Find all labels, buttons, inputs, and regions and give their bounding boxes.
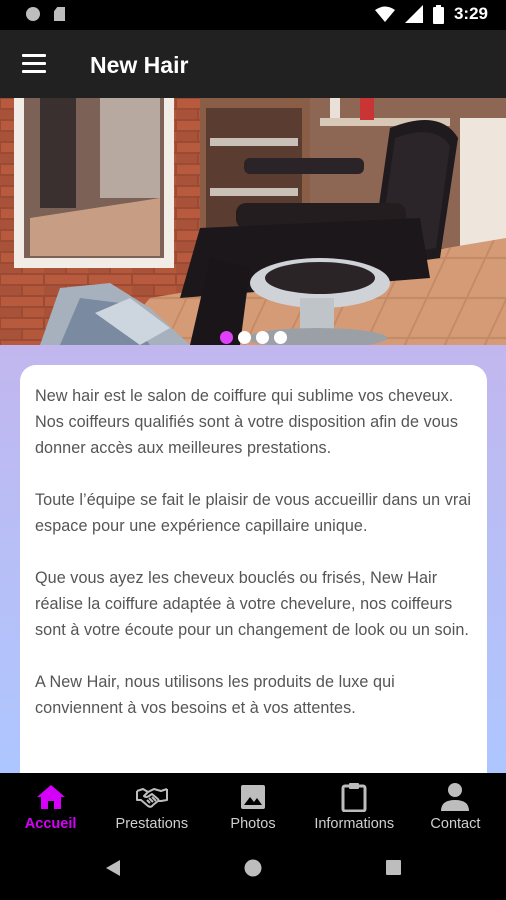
nav-item-informations[interactable]: Informations (304, 773, 405, 837)
signal-icon (404, 5, 423, 23)
description-paragraph-4: A New Hair, nous utilisons les produits … (35, 673, 395, 717)
nav-item-contact[interactable]: Contact (405, 773, 506, 837)
status-time: 3:29 (453, 4, 488, 23)
battery-icon (432, 4, 444, 24)
wifi-icon (374, 6, 395, 22)
nav-label-informations: Informations (314, 816, 395, 832)
nav-item-photos[interactable]: Photos (202, 773, 303, 837)
menu-icon[interactable] (22, 54, 46, 74)
status-bar: 3:29 (0, 0, 506, 30)
carousel-dot-4[interactable] (273, 331, 287, 344)
description-paragraph-1: New hair est le salon de coiffure qui su… (35, 387, 458, 457)
description-paragraph-2: Toute l’équipe se fait le plaisir de vou… (35, 491, 472, 535)
person-icon (439, 781, 471, 813)
content-area[interactable]: New hair est le salon de coiffure qui su… (0, 345, 506, 773)
system-navigation-bar (0, 837, 506, 900)
nav-item-prestations[interactable]: Prestations (101, 773, 202, 837)
handshake-icon (135, 781, 168, 813)
nav-label-accueil: Accueil (24, 816, 77, 832)
description-card: New hair est le salon de coiffure qui su… (20, 365, 487, 773)
salon-photo[interactable] (0, 98, 506, 345)
carousel-dot-3[interactable] (255, 331, 269, 344)
nav-label-photos: Photos (230, 816, 276, 832)
app-bar: New Hair (0, 30, 506, 98)
app-title: New Hair (90, 52, 189, 78)
notification-dot-icon (26, 7, 40, 21)
carousel-indicator (0, 331, 506, 344)
recents-icon[interactable] (385, 859, 402, 876)
carousel-dot-1[interactable] (219, 331, 233, 344)
carousel-dot-2[interactable] (237, 331, 251, 344)
back-icon[interactable] (104, 859, 122, 877)
description-paragraph-3: Que vous ayez les cheveux bouclés ou fri… (35, 569, 469, 639)
home-button-icon[interactable] (244, 859, 262, 877)
home-icon (35, 781, 67, 813)
sd-card-icon (54, 7, 65, 21)
salon-photo-illustration (0, 98, 506, 345)
clipboard-icon (338, 781, 370, 813)
nav-label-prestations: Prestations (115, 816, 189, 832)
bottom-navigation: Accueil Prestations Photos Informations … (0, 773, 506, 837)
nav-label-contact: Contact (430, 816, 481, 832)
image-icon (237, 781, 269, 813)
nav-item-accueil[interactable]: Accueil (0, 773, 101, 837)
